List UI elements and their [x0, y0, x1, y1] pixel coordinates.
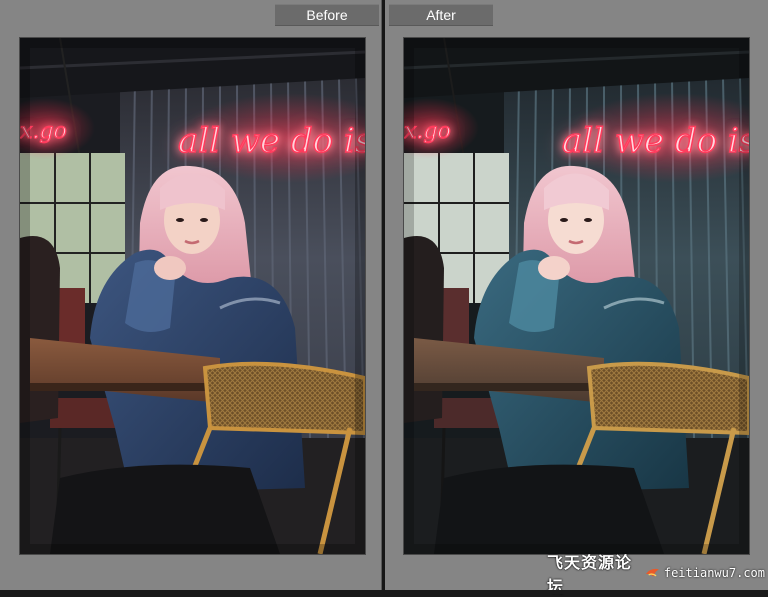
- watermark-url: feitianwu7.com: [663, 566, 765, 580]
- neon-sign-main: all we do is bu: [178, 121, 365, 161]
- after-label: After: [389, 4, 493, 26]
- watermark: 飞天资源论坛 feitianwu7.com: [547, 553, 765, 596]
- before-pane[interactable]: Before all we do i x.go: [0, 0, 382, 590]
- before-photo-scene: all we do is bu x.go: [20, 38, 365, 554]
- compare-view: Before all we do i x.go After all we do …: [0, 0, 768, 596]
- after-photo[interactable]: all we do is bu x.go: [404, 38, 749, 554]
- after-photo-scene: all we do is bu x.go: [404, 38, 749, 554]
- bird-logo-icon: [646, 568, 659, 577]
- before-photo[interactable]: all we do is bu x.go: [20, 38, 365, 554]
- bottom-bar: [0, 590, 768, 594]
- after-pane[interactable]: After all we do i x.go: [385, 0, 768, 590]
- neon-sign-main: all we do is bu: [562, 121, 749, 161]
- before-label: Before: [275, 4, 379, 26]
